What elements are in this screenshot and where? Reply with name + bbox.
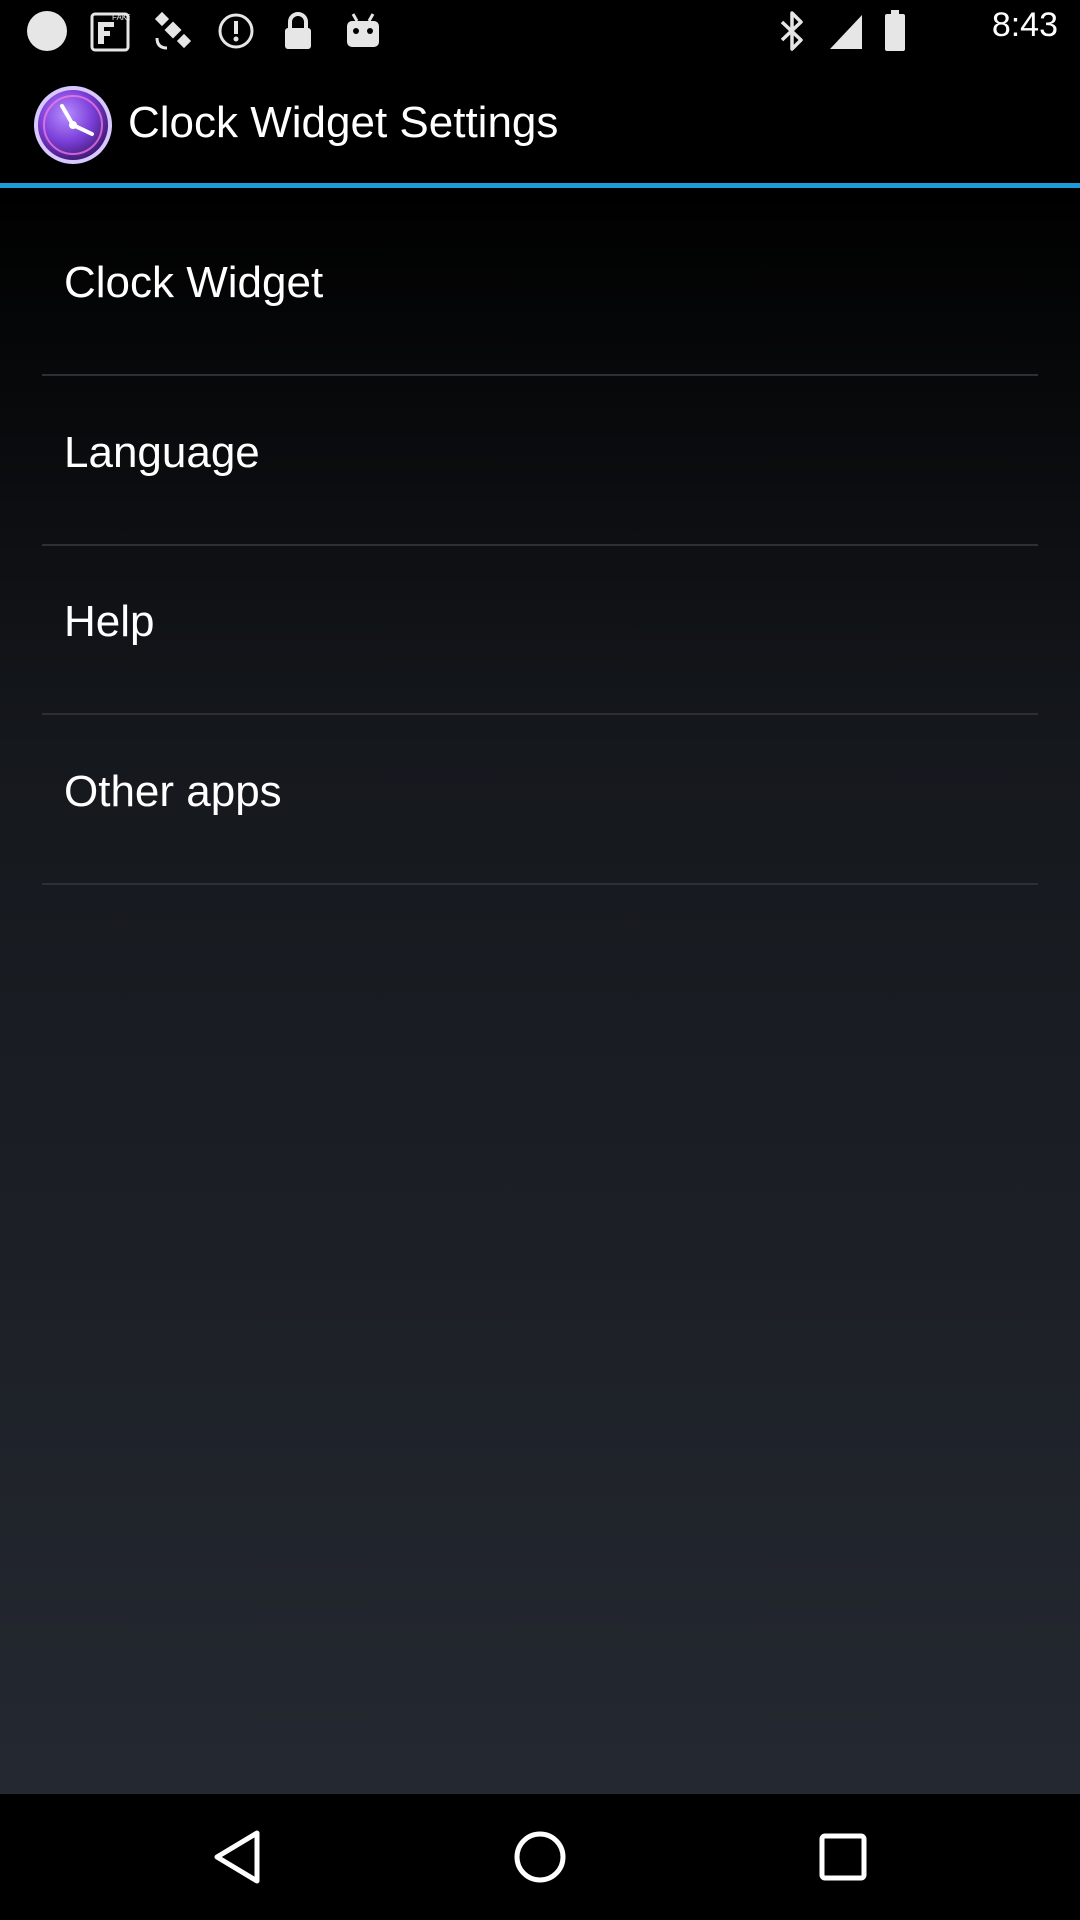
bluetooth-icon bbox=[772, 10, 812, 52]
menu-item-label: Clock Widget bbox=[64, 258, 324, 307]
alarm-icon bbox=[214, 10, 258, 52]
menu-item-label: Language bbox=[64, 428, 260, 477]
recents-icon[interactable] bbox=[808, 1822, 878, 1892]
back-icon[interactable] bbox=[202, 1822, 272, 1892]
home-icon[interactable] bbox=[505, 1822, 575, 1892]
battery-icon bbox=[880, 10, 910, 52]
fake-app-icon: FAKE bbox=[86, 10, 134, 52]
satellite-icon bbox=[150, 10, 198, 52]
status-bar: FAKE 8:43 bbox=[0, 0, 1080, 62]
settings-list: Clock Widget Language Help Other apps bbox=[0, 188, 1080, 1794]
screen: FAKE 8:43 Clock Widget Settings Clock Wi… bbox=[0, 0, 1080, 1920]
signal-icon bbox=[826, 10, 866, 52]
lock-icon bbox=[276, 10, 320, 52]
menu-item-language[interactable]: Language bbox=[42, 378, 1038, 546]
status-time: 8:43 bbox=[991, 6, 1058, 44]
divider bbox=[42, 883, 1038, 885]
menu-item-label: Help bbox=[64, 597, 155, 646]
menu-item-help[interactable]: Help bbox=[42, 547, 1038, 715]
menu-item-clock-widget[interactable]: Clock Widget bbox=[42, 208, 1038, 376]
page-title: Clock Widget Settings bbox=[128, 98, 559, 147]
menu-item-label: Other apps bbox=[64, 767, 282, 816]
android-icon bbox=[340, 10, 386, 52]
navigation-bar bbox=[0, 1794, 1080, 1920]
divider bbox=[42, 544, 1038, 546]
fake-label: FAKE bbox=[112, 13, 130, 22]
notification-dot-icon bbox=[24, 10, 70, 52]
action-bar: Clock Widget Settings bbox=[0, 62, 1080, 184]
divider bbox=[42, 374, 1038, 376]
divider bbox=[42, 713, 1038, 715]
clock-icon bbox=[32, 84, 114, 166]
menu-item-other-apps[interactable]: Other apps bbox=[42, 717, 1038, 885]
